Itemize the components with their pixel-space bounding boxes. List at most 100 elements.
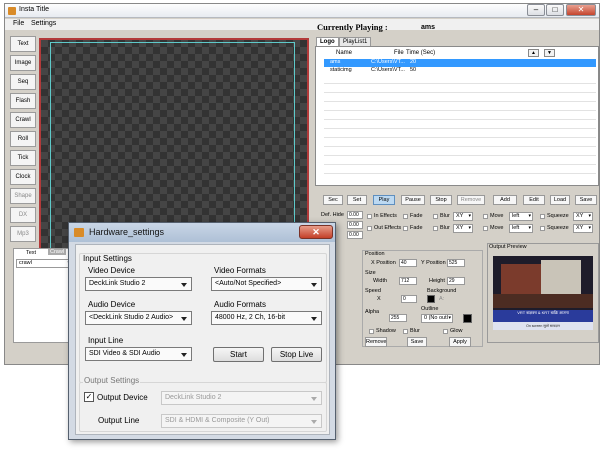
in-time-input[interactable]: 0.00 bbox=[347, 221, 363, 229]
hardware-settings-dialog: Hardware_settings ✕ Input Settings Video… bbox=[68, 222, 336, 440]
height-input[interactable]: 29 bbox=[447, 277, 465, 285]
output-preview-image: VRT बाज्ञक्त्र & KRT बाक्रि आतना On scre… bbox=[493, 256, 593, 330]
stop-live-button[interactable]: Stop Live bbox=[271, 347, 322, 362]
output-line-label: Output Line bbox=[98, 416, 140, 425]
input-line-label: Input Line bbox=[88, 336, 124, 345]
prop-save-button[interactable]: Save bbox=[407, 337, 427, 347]
minimize-button[interactable]: – bbox=[527, 4, 545, 16]
out-fade-checkbox[interactable] bbox=[403, 226, 408, 231]
table-row[interactable]: staticimg C:\Users\VT... 50 bbox=[324, 67, 596, 75]
playlist-grid[interactable]: Name File Time (Sec) ▲ ▼ ams C:\Users\VT… bbox=[315, 46, 599, 186]
flash-button[interactable]: Flash bbox=[10, 93, 36, 109]
properties-panel: Position X Position 40 Y Position 525 Si… bbox=[362, 250, 483, 347]
out-time-input[interactable]: 0.00 bbox=[347, 231, 363, 239]
save-button[interactable]: Save bbox=[575, 195, 597, 205]
squeeze-label: Squeeze bbox=[547, 225, 569, 231]
mp3-button[interactable]: Mp3 bbox=[10, 226, 36, 242]
dialog-close-button[interactable]: ✕ bbox=[299, 225, 333, 239]
menu-settings[interactable]: Settings bbox=[31, 20, 56, 27]
in-move-checkbox[interactable] bbox=[483, 214, 488, 219]
y-position-input[interactable]: 525 bbox=[447, 259, 465, 267]
maximize-button[interactable]: □ bbox=[546, 4, 564, 16]
left-type-dropdown[interactable]: crawl bbox=[16, 259, 72, 268]
left-tab-crawl[interactable]: Crawl bbox=[48, 249, 67, 255]
dialog-app-icon bbox=[74, 228, 84, 237]
output-preview-label: Output Preview bbox=[489, 244, 527, 250]
alpha-input[interactable]: 255 bbox=[389, 314, 407, 322]
start-button[interactable]: Start bbox=[213, 347, 264, 362]
load-button[interactable]: Load bbox=[550, 195, 570, 205]
speed-input[interactable]: 0 bbox=[401, 295, 417, 303]
play-button[interactable]: Play bbox=[373, 195, 395, 205]
in-effects-checkbox[interactable] bbox=[367, 214, 372, 219]
blur-label: Blur bbox=[410, 328, 420, 334]
out-blur-dropdown[interactable]: XY bbox=[453, 224, 473, 233]
audio-device-select[interactable]: <DeckLink Studio 2 Audio> bbox=[85, 311, 192, 325]
outline-dropdown[interactable]: 0 (No outl bbox=[421, 314, 453, 323]
in-move-dropdown[interactable]: left bbox=[509, 212, 533, 221]
height-label: Height bbox=[429, 278, 445, 284]
out-squeeze-checkbox[interactable] bbox=[540, 226, 545, 231]
out-effects-checkbox[interactable] bbox=[367, 226, 372, 231]
out-move-dropdown[interactable]: left bbox=[509, 224, 533, 233]
crawl-button[interactable]: Crawl bbox=[10, 112, 36, 128]
clock-button[interactable]: Clock bbox=[10, 169, 36, 185]
prop-apply-button[interactable]: Apply bbox=[449, 337, 471, 347]
glow-checkbox[interactable] bbox=[443, 329, 448, 334]
in-squeeze-dropdown[interactable]: XY bbox=[573, 212, 593, 221]
out-move-checkbox[interactable] bbox=[483, 226, 488, 231]
add-button[interactable]: Add bbox=[493, 195, 517, 205]
stop-button[interactable]: Stop bbox=[430, 195, 452, 205]
outline-color-swatch[interactable] bbox=[463, 314, 472, 323]
shadow-checkbox[interactable] bbox=[369, 329, 374, 334]
input-line-select[interactable]: SDI Video & SDI Audio bbox=[85, 347, 192, 361]
col-time: Time (Sec) bbox=[406, 50, 436, 56]
set-button[interactable]: Set bbox=[347, 195, 367, 205]
left-tab-text[interactable]: Text bbox=[26, 250, 36, 256]
move-up-button[interactable]: ▲ bbox=[528, 49, 539, 57]
output-banner: VRT बाज्ञक्त्र & KRT बाक्रि आतना bbox=[493, 310, 593, 322]
table-row[interactable]: ams C:\Users\VT... 20 bbox=[324, 59, 596, 67]
in-blur-dropdown[interactable]: XY bbox=[453, 212, 473, 221]
audio-formats-label: Audio Formats bbox=[214, 300, 267, 309]
def-hide-input[interactable]: 0.00 bbox=[347, 211, 363, 219]
seq-button[interactable]: Seq bbox=[10, 74, 36, 90]
edit-button[interactable]: Edit bbox=[523, 195, 545, 205]
image-button[interactable]: Image bbox=[10, 55, 36, 71]
video-formats-select[interactable]: <Auto/Not Specified> bbox=[211, 277, 322, 291]
video-device-select[interactable]: DeckLink Studio 2 bbox=[85, 277, 192, 291]
width-input[interactable]: 712 bbox=[399, 277, 417, 285]
sec-button[interactable]: Sec bbox=[323, 195, 343, 205]
blur-checkbox[interactable] bbox=[403, 329, 408, 334]
text-button[interactable]: Text bbox=[10, 36, 36, 52]
roll-button[interactable]: Roll bbox=[10, 131, 36, 147]
prop-remove-button[interactable]: Remove bbox=[365, 337, 387, 347]
background-color-swatch[interactable] bbox=[427, 295, 435, 303]
width-label: Width bbox=[373, 278, 388, 284]
out-squeeze-dropdown[interactable]: XY bbox=[573, 224, 593, 233]
row-file: C:\Users\VT... bbox=[371, 67, 405, 73]
in-fade-checkbox[interactable] bbox=[403, 214, 408, 219]
pause-button[interactable]: Pause bbox=[401, 195, 425, 205]
output-device-checkbox[interactable]: ✓ bbox=[84, 392, 94, 402]
menu-file[interactable]: File bbox=[13, 20, 24, 27]
in-blur-checkbox[interactable] bbox=[433, 214, 438, 219]
tick-button[interactable]: Tick bbox=[10, 150, 36, 166]
output-line-select[interactable]: SDI & HDMI & Composite (Y Out) bbox=[161, 414, 322, 428]
in-squeeze-checkbox[interactable] bbox=[540, 214, 545, 219]
out-blur-checkbox[interactable] bbox=[433, 226, 438, 231]
window-close-button[interactable]: ✕ bbox=[566, 4, 596, 16]
app-icon bbox=[8, 7, 16, 15]
output-banner-sub-text: On screen सुलो सावदान bbox=[526, 324, 560, 328]
dx-button[interactable]: DX bbox=[10, 207, 36, 223]
audio-formats-select[interactable]: 48000 Hz, 2 Ch, 16-bit bbox=[211, 311, 322, 325]
move-down-button[interactable]: ▼ bbox=[544, 49, 555, 57]
row-file: C:\Users\VT... bbox=[371, 59, 405, 65]
remove-button[interactable]: Remove bbox=[457, 195, 485, 205]
row-time: 20 bbox=[410, 59, 417, 65]
x-position-input[interactable]: 40 bbox=[399, 259, 417, 267]
in-effects-label: In Effects bbox=[374, 213, 397, 219]
output-device-select[interactable]: DeckLink Studio 2 bbox=[161, 391, 322, 405]
shape-button[interactable]: Shape bbox=[10, 188, 36, 204]
blur-label: Blur bbox=[440, 225, 450, 231]
